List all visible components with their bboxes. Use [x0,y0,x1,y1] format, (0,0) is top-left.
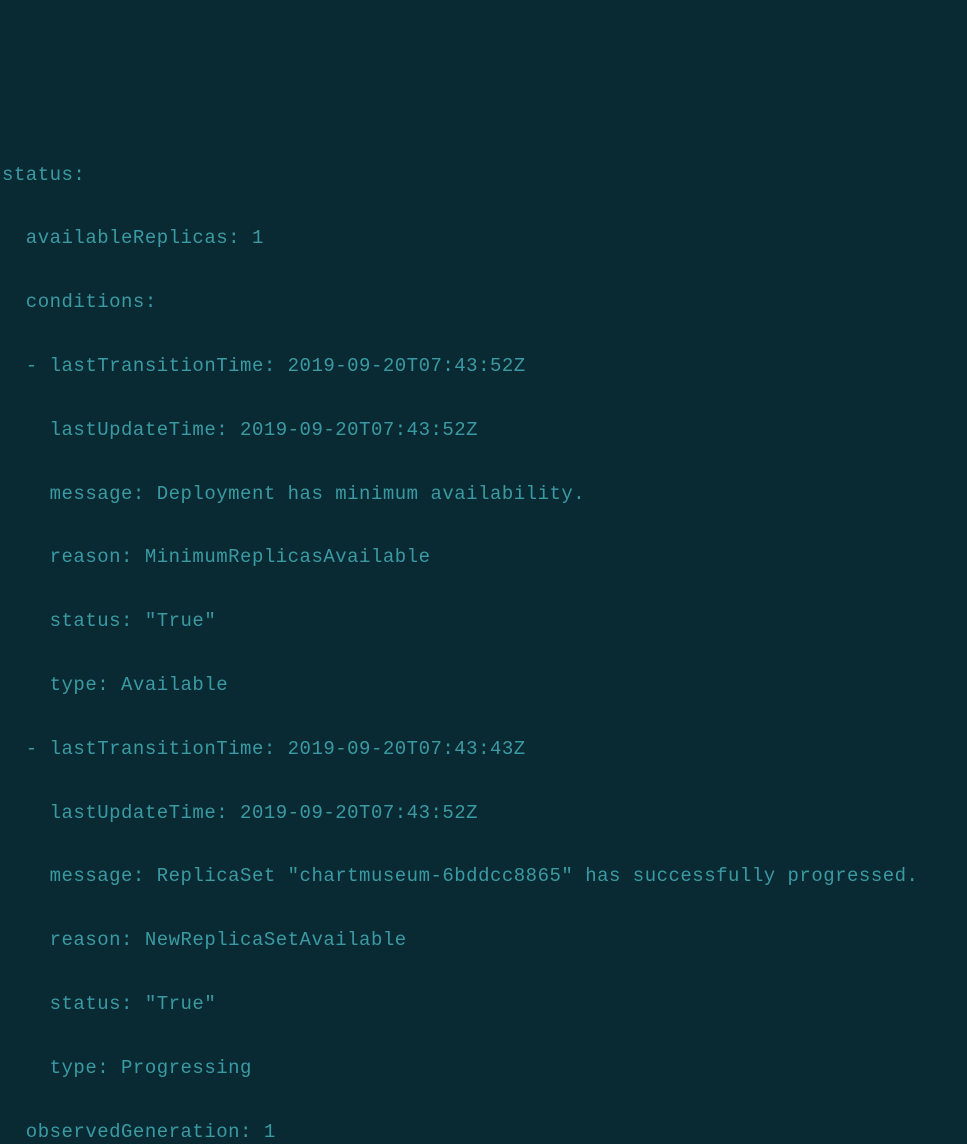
terminal-output: status: availableReplicas: 1 conditions:… [0,128,967,1144]
yaml-line-cond1-type: type: Available [2,670,967,702]
yaml-line-cond1-transition: - lastTransitionTime: 2019-09-20T07:43:5… [2,351,967,383]
yaml-line-status: status: [2,160,967,192]
yaml-line-observed-generation: observedGeneration: 1 [2,1117,967,1144]
yaml-line-available-replicas: availableReplicas: 1 [2,223,967,255]
yaml-line-conditions: conditions: [2,287,967,319]
yaml-line-cond1-status: status: "True" [2,606,967,638]
yaml-line-cond2-transition: - lastTransitionTime: 2019-09-20T07:43:4… [2,734,967,766]
yaml-line-cond2-update: lastUpdateTime: 2019-09-20T07:43:52Z [2,798,967,830]
yaml-line-cond2-message: message: ReplicaSet "chartmuseum-6bddcc8… [2,861,967,893]
yaml-line-cond1-message: message: Deployment has minimum availabi… [2,479,967,511]
yaml-line-cond2-type: type: Progressing [2,1053,967,1085]
yaml-line-cond1-reason: reason: MinimumReplicasAvailable [2,542,967,574]
yaml-line-cond2-status: status: "True" [2,989,967,1021]
yaml-line-cond1-update: lastUpdateTime: 2019-09-20T07:43:52Z [2,415,967,447]
yaml-line-cond2-reason: reason: NewReplicaSetAvailable [2,925,967,957]
